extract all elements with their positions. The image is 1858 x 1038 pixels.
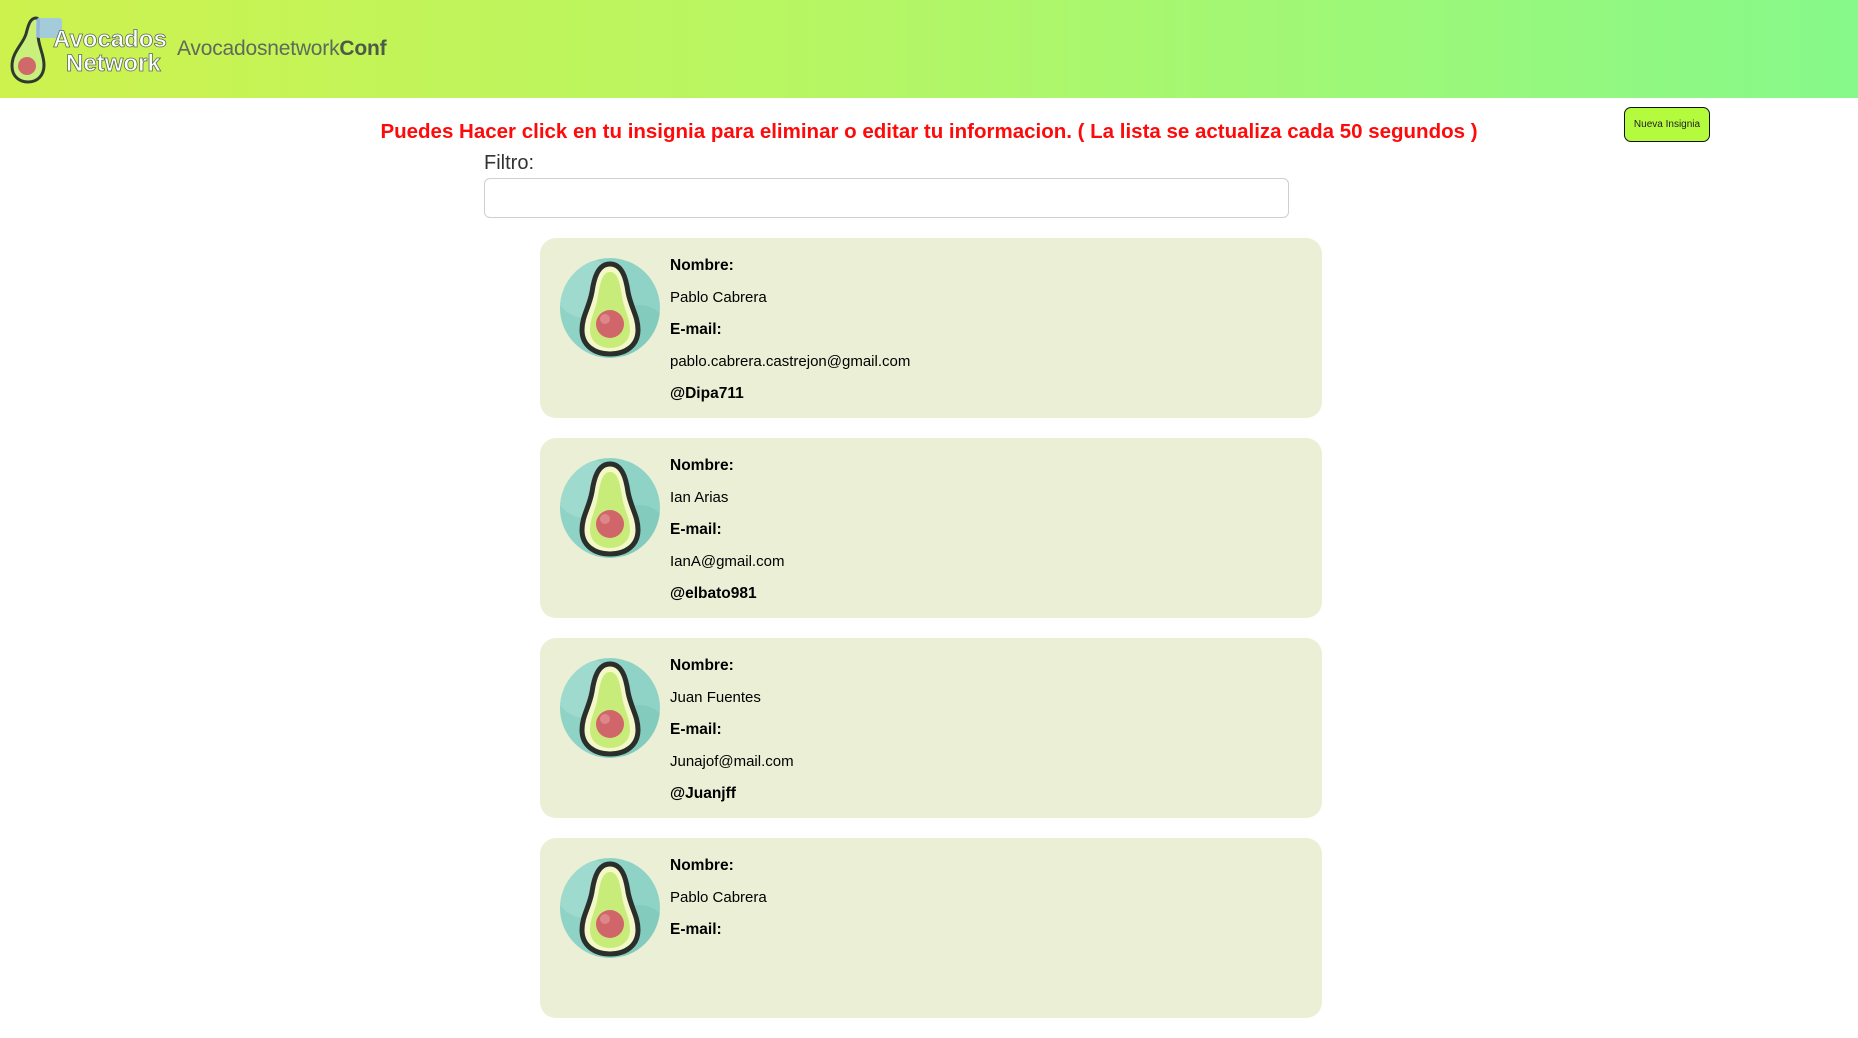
top-navbar: Avocados Network AvocadosnetworkConf	[0, 0, 1858, 98]
badge-info: Nombre: Ian Arias E-mail: IanA@gmail.com…	[670, 450, 784, 610]
filter-input[interactable]	[484, 178, 1289, 218]
brand-title-bold: Conf	[339, 37, 387, 60]
avatar	[560, 858, 660, 958]
badge-info: Nombre: Juan Fuentes E-mail: Junajof@mai…	[670, 650, 794, 810]
badge-twitter: @Juanjff	[670, 785, 736, 802]
logo-text-top: Avocados	[53, 26, 167, 53]
avocado-avatar-icon	[560, 258, 660, 358]
badge-card[interactable]: Nombre: Ian Arias E-mail: IanA@gmail.com…	[540, 438, 1322, 618]
filter-label: Filtro:	[484, 152, 534, 174]
badge-info: Nombre: Pablo Cabrera E-mail:	[670, 850, 767, 946]
email-label: E-mail:	[670, 321, 722, 338]
brand-title: AvocadosnetworkConf	[177, 37, 387, 61]
badge-twitter: @Dipa711	[670, 385, 744, 402]
badge-name: Pablo Cabrera	[670, 889, 767, 906]
name-label: Nombre:	[670, 657, 734, 674]
badge-email: IanA@gmail.com	[670, 553, 785, 570]
name-label: Nombre:	[670, 257, 734, 274]
email-label: E-mail:	[670, 921, 722, 938]
brand-title-light: Avocadosnetwork	[177, 37, 340, 60]
avocado-logo-icon: Avocados Network	[10, 16, 167, 84]
instructions-notice: Puedes Hacer click en tu insignia para e…	[380, 120, 1478, 143]
name-label: Nombre:	[670, 857, 734, 874]
email-label: E-mail:	[670, 721, 722, 738]
badge-name: Pablo Cabrera	[670, 289, 767, 306]
badge-name: Juan Fuentes	[670, 689, 761, 706]
badge-email: Junajof@mail.com	[670, 753, 794, 770]
avatar	[560, 458, 660, 558]
brand-link[interactable]: Avocados Network AvocadosnetworkConf	[6, 14, 387, 84]
badge-name: Ian Arias	[670, 489, 729, 506]
avocado-avatar-icon	[560, 658, 660, 758]
badge-card[interactable]: Nombre: Pablo Cabrera E-mail: pablo.cabr…	[540, 238, 1322, 418]
email-label: E-mail:	[670, 521, 722, 538]
badge-card[interactable]: Nombre: Pablo Cabrera E-mail:	[540, 838, 1322, 1018]
new-badge-button[interactable]: Nueva Insignia	[1624, 107, 1710, 142]
badge-card[interactable]: Nombre: Juan Fuentes E-mail: Junajof@mai…	[540, 638, 1322, 818]
badge-email: pablo.cabrera.castrejon@gmail.com	[670, 353, 911, 370]
avocado-avatar-icon	[560, 858, 660, 958]
badge-twitter: @elbato981	[670, 585, 757, 602]
logo-text-bottom: Network	[66, 50, 161, 77]
badges-list: Nombre: Pablo Cabrera E-mail: pablo.cabr…	[540, 238, 1322, 1038]
avocado-avatar-icon	[560, 458, 660, 558]
avatar	[560, 658, 660, 758]
avatar	[560, 258, 660, 358]
badge-info: Nombre: Pablo Cabrera E-mail: pablo.cabr…	[670, 250, 910, 410]
name-label: Nombre:	[670, 457, 734, 474]
